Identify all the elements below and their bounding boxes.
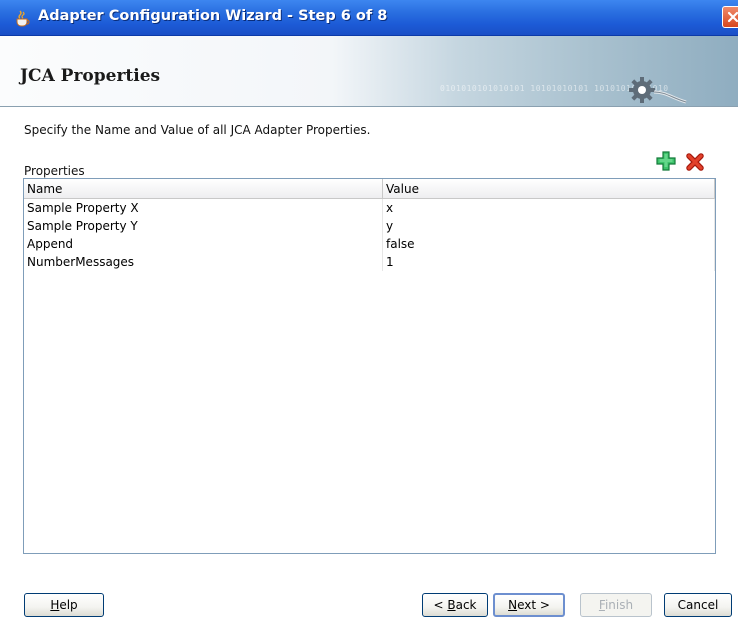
next-button[interactable]: Next > xyxy=(493,593,565,617)
table-row[interactable]: Append false xyxy=(24,235,715,253)
table-header-row: Name Value xyxy=(24,179,715,199)
property-value-cell[interactable]: y xyxy=(382,217,715,235)
add-property-button[interactable] xyxy=(655,150,677,172)
add-icon xyxy=(656,151,676,171)
close-icon xyxy=(727,11,738,23)
help-button[interactable]: Help xyxy=(24,593,104,617)
java-cup-icon xyxy=(14,9,32,27)
next-button-post: ext > xyxy=(517,598,550,612)
back-button-post: ack xyxy=(455,598,477,612)
wizard-header: JCA Properties 0101010101010101 10101010… xyxy=(0,36,738,107)
back-button-pre: < xyxy=(433,598,448,612)
delete-icon xyxy=(686,153,704,171)
finish-button-post: inish xyxy=(604,598,634,612)
property-value-cell[interactable]: false xyxy=(382,235,715,253)
property-name-cell[interactable]: Append xyxy=(24,235,383,253)
finish-button[interactable]: Finish xyxy=(580,593,652,617)
property-name-cell[interactable]: Sample Property X xyxy=(24,198,383,217)
instruction-text: Specify the Name and Value of all JCA Ad… xyxy=(24,123,371,137)
gear-plug-icon xyxy=(620,76,690,109)
table-row[interactable]: Sample Property X x xyxy=(24,198,715,217)
table-row[interactable]: NumberMessages 1 xyxy=(24,253,715,271)
help-button-post: elp xyxy=(59,598,78,612)
column-header-value[interactable]: Value xyxy=(382,179,715,199)
delete-property-button[interactable] xyxy=(685,152,705,172)
properties-table[interactable]: Name Value Sample Property X x Sample Pr… xyxy=(23,178,716,554)
page-title: JCA Properties xyxy=(20,66,161,86)
window-title: Adapter Configuration Wizard - Step 6 of… xyxy=(38,8,388,24)
table-row[interactable]: Sample Property Y y xyxy=(24,217,715,235)
property-name-cell[interactable]: Sample Property Y xyxy=(24,217,383,235)
help-button-mnemonic: H xyxy=(50,598,60,612)
back-button[interactable]: < Back xyxy=(422,593,488,617)
cancel-button[interactable]: Cancel xyxy=(664,593,732,617)
properties-label: Properties xyxy=(24,164,85,178)
back-button-mnemonic: B xyxy=(447,598,456,612)
next-button-mnemonic: N xyxy=(508,598,518,612)
title-bar[interactable]: Adapter Configuration Wizard - Step 6 of… xyxy=(0,0,738,36)
column-header-name[interactable]: Name xyxy=(24,179,383,199)
property-value-cell[interactable]: 1 xyxy=(382,253,715,271)
property-name-cell[interactable]: NumberMessages xyxy=(24,253,383,271)
close-button[interactable] xyxy=(722,6,738,28)
property-value-cell[interactable]: x xyxy=(382,198,715,217)
cancel-button-label: Cancel xyxy=(677,598,719,612)
